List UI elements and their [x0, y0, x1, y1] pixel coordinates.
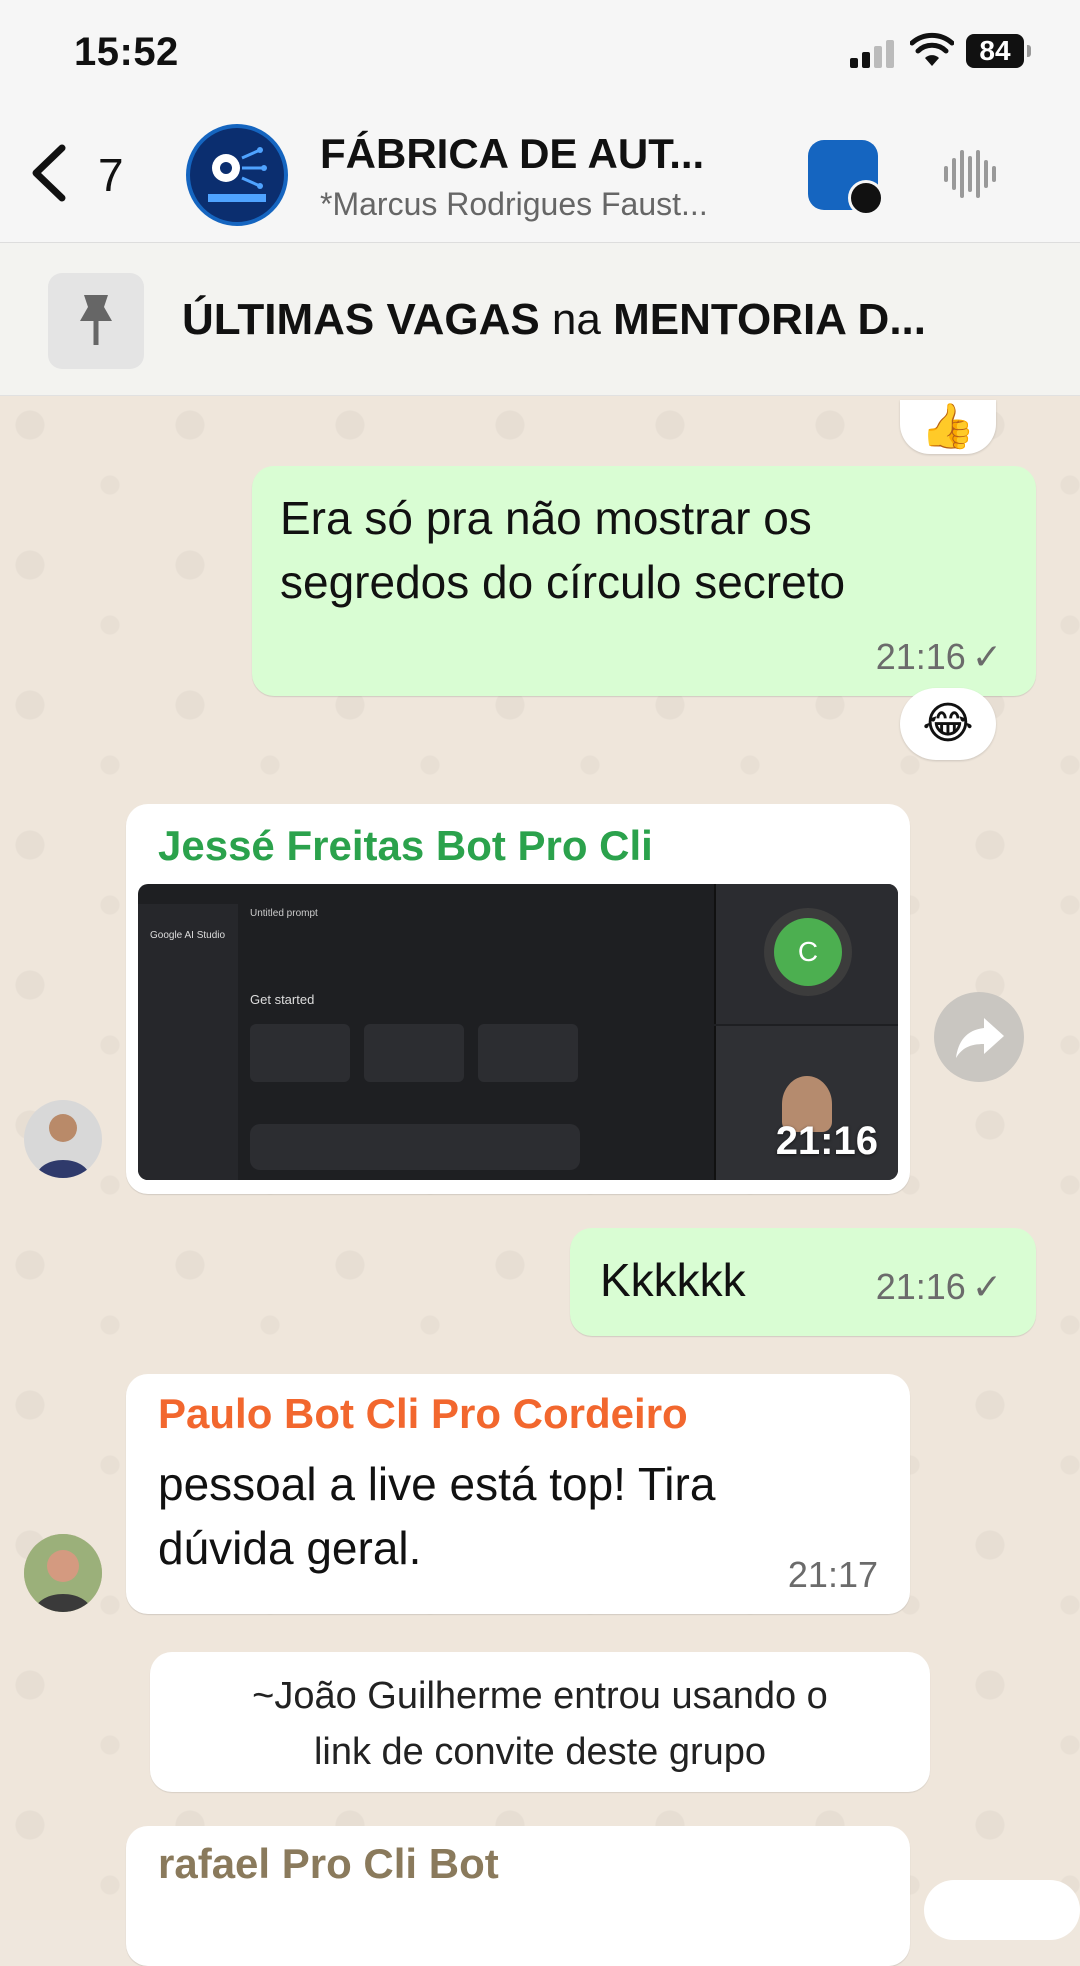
sent-check-icon: ✓ [971, 1266, 1002, 1307]
avatar[interactable] [24, 1534, 102, 1612]
unread-count[interactable]: 7 [98, 148, 124, 202]
status-time: 15:52 [74, 30, 179, 74]
voice-call-icon[interactable] [940, 144, 1000, 204]
forward-icon[interactable] [934, 992, 1024, 1082]
chevron-down-icon [848, 180, 884, 216]
pinned-message-bar[interactable]: ÚLTIMAS VAGAS na MENTORIA D... [0, 243, 1080, 396]
image-sidebar: Google AI Studio [138, 904, 238, 1180]
image-tab-title: Untitled prompt [250, 908, 318, 919]
message-text: pessoal a live está top! Tira dúvida gera… [158, 1458, 716, 1574]
signal-icon [850, 38, 896, 68]
status-bar: 15:52 84 [0, 0, 1080, 100]
incoming-message[interactable]: Paulo Bot Cli Pro Cordeiro pessoal a liv… [126, 1374, 910, 1614]
message-text: Kkkkkk [600, 1254, 746, 1306]
message-text: Era só pra não mostrar os segredos do cír… [280, 492, 846, 608]
sender-name[interactable]: rafael Pro Cli Bot [158, 1840, 499, 1888]
group-members[interactable]: *Marcus Rodrigues Faust... [320, 186, 708, 223]
avatar[interactable] [24, 1100, 102, 1178]
system-join-notice: ~João Guilherme entrou usando o link de c… [150, 1652, 930, 1792]
reaction-thumbs-up[interactable]: 👍 [900, 400, 996, 454]
chat-header: 7 FÁBRICA DE AUT... *Marcus Rodrigues Fa… [0, 100, 1080, 243]
scroll-down-button[interactable] [924, 1880, 1080, 1940]
image-camera-tile: C [714, 884, 898, 1024]
image-input [250, 1124, 580, 1170]
outgoing-message[interactable]: Era só pra não mostrar os segredos do cír… [252, 466, 1036, 696]
incoming-message[interactable]: rafael Pro Cli Bot [126, 1826, 910, 1966]
group-title[interactable]: FÁBRICA DE AUT... [320, 130, 704, 178]
sent-check-icon: ✓ [971, 636, 1002, 677]
battery-icon: 84 [966, 34, 1031, 68]
sender-name[interactable]: Jessé Freitas Bot Pro Cli [158, 822, 653, 870]
image-card [478, 1024, 578, 1082]
reaction-laughing[interactable]: 😂 [900, 688, 996, 760]
image-heading: Get started [250, 992, 315, 1007]
pinned-text: ÚLTIMAS VAGAS na MENTORIA D... [182, 295, 926, 344]
image-avatar-letter: C [774, 918, 842, 986]
image-card [250, 1024, 350, 1082]
screenshot-image[interactable]: Untitled prompt Google AI Studio Get sta… [138, 884, 898, 1180]
wifi-icon [910, 32, 954, 66]
message-time: 21:16 ✓ [875, 636, 1002, 677]
outgoing-message[interactable]: Kkkkkk 21:16 ✓ [570, 1228, 1036, 1336]
image-app-label: Google AI Studio [150, 930, 226, 941]
group-avatar[interactable] [186, 124, 288, 226]
message-time: 21:17 [787, 1554, 878, 1595]
image-card [364, 1024, 464, 1082]
sender-name[interactable]: Paulo Bot Cli Pro Cordeiro [158, 1390, 688, 1438]
community-icon[interactable] [808, 140, 884, 216]
message-time: 21:16 ✓ [875, 1266, 1002, 1307]
message-time: 21:16 [775, 1119, 878, 1163]
pin-icon [48, 273, 144, 369]
back-chevron-icon[interactable] [22, 138, 82, 208]
